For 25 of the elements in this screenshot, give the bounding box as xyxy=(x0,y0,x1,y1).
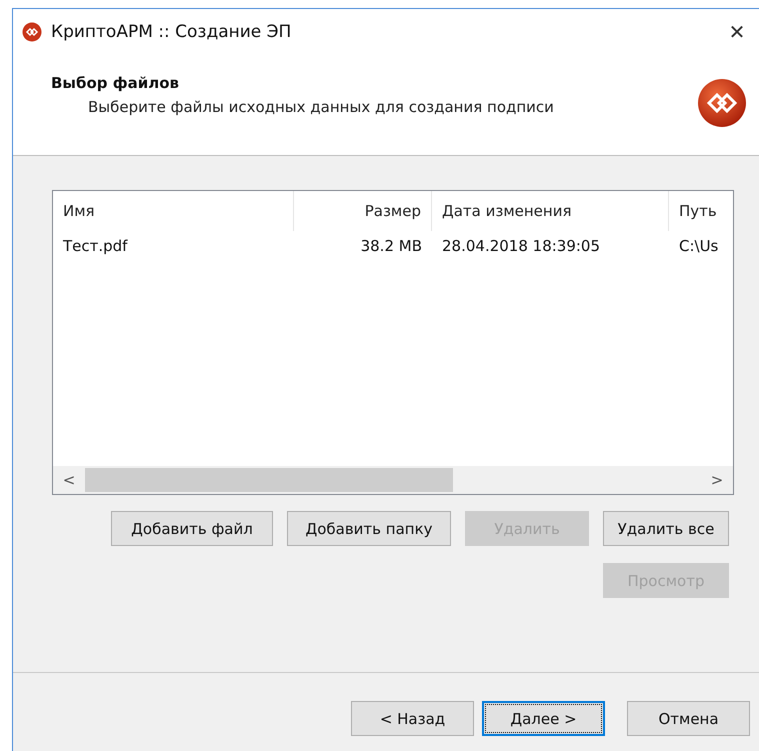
table-cell-text: C:\Us xyxy=(678,237,720,255)
footer-button[interactable]: < Назад xyxy=(351,701,474,736)
scroll-thumb[interactable] xyxy=(85,468,453,492)
action-button[interactable]: Добавить папку xyxy=(287,511,451,546)
file-list[interactable]: Имя Размер Дата изменения Путь Тест.pdf 38.2 MB 28.04.2018 18:39:05 C:\Us < > xyxy=(52,190,734,495)
scroll-right-button[interactable]: > xyxy=(701,471,733,489)
app-logo-icon xyxy=(697,78,747,128)
column-header[interactable]: Путь xyxy=(669,191,733,231)
page-subtitle: Выберите файлы исходных данных для создания подписи xyxy=(88,98,554,116)
close-button[interactable]: ✕ xyxy=(719,14,755,50)
footer-button[interactable]: Отмена xyxy=(627,701,750,736)
action-button[interactable]: Добавить файл xyxy=(111,511,273,546)
page-title: Выбор файлов xyxy=(51,74,180,92)
table-cell-text: Тест.pdf xyxy=(62,237,129,255)
action-button[interactable]: Удалить все xyxy=(603,511,729,546)
window-title: КриптоАРМ :: Создание ЭП xyxy=(51,22,292,42)
app-logo-icon xyxy=(22,22,42,42)
horizontal-scrollbar[interactable]: < > xyxy=(53,466,733,494)
footer-button[interactable]: Далее > xyxy=(482,701,605,736)
scroll-left-button[interactable]: < xyxy=(53,471,85,489)
table-cell-text: 28.04.2018 18:39:05 xyxy=(441,237,602,255)
table-cell-text: 38.2 MB xyxy=(360,237,423,255)
column-header[interactable]: Размер xyxy=(294,191,432,231)
column-header[interactable]: Дата изменения xyxy=(432,191,669,231)
column-header[interactable]: Имя xyxy=(53,191,294,231)
